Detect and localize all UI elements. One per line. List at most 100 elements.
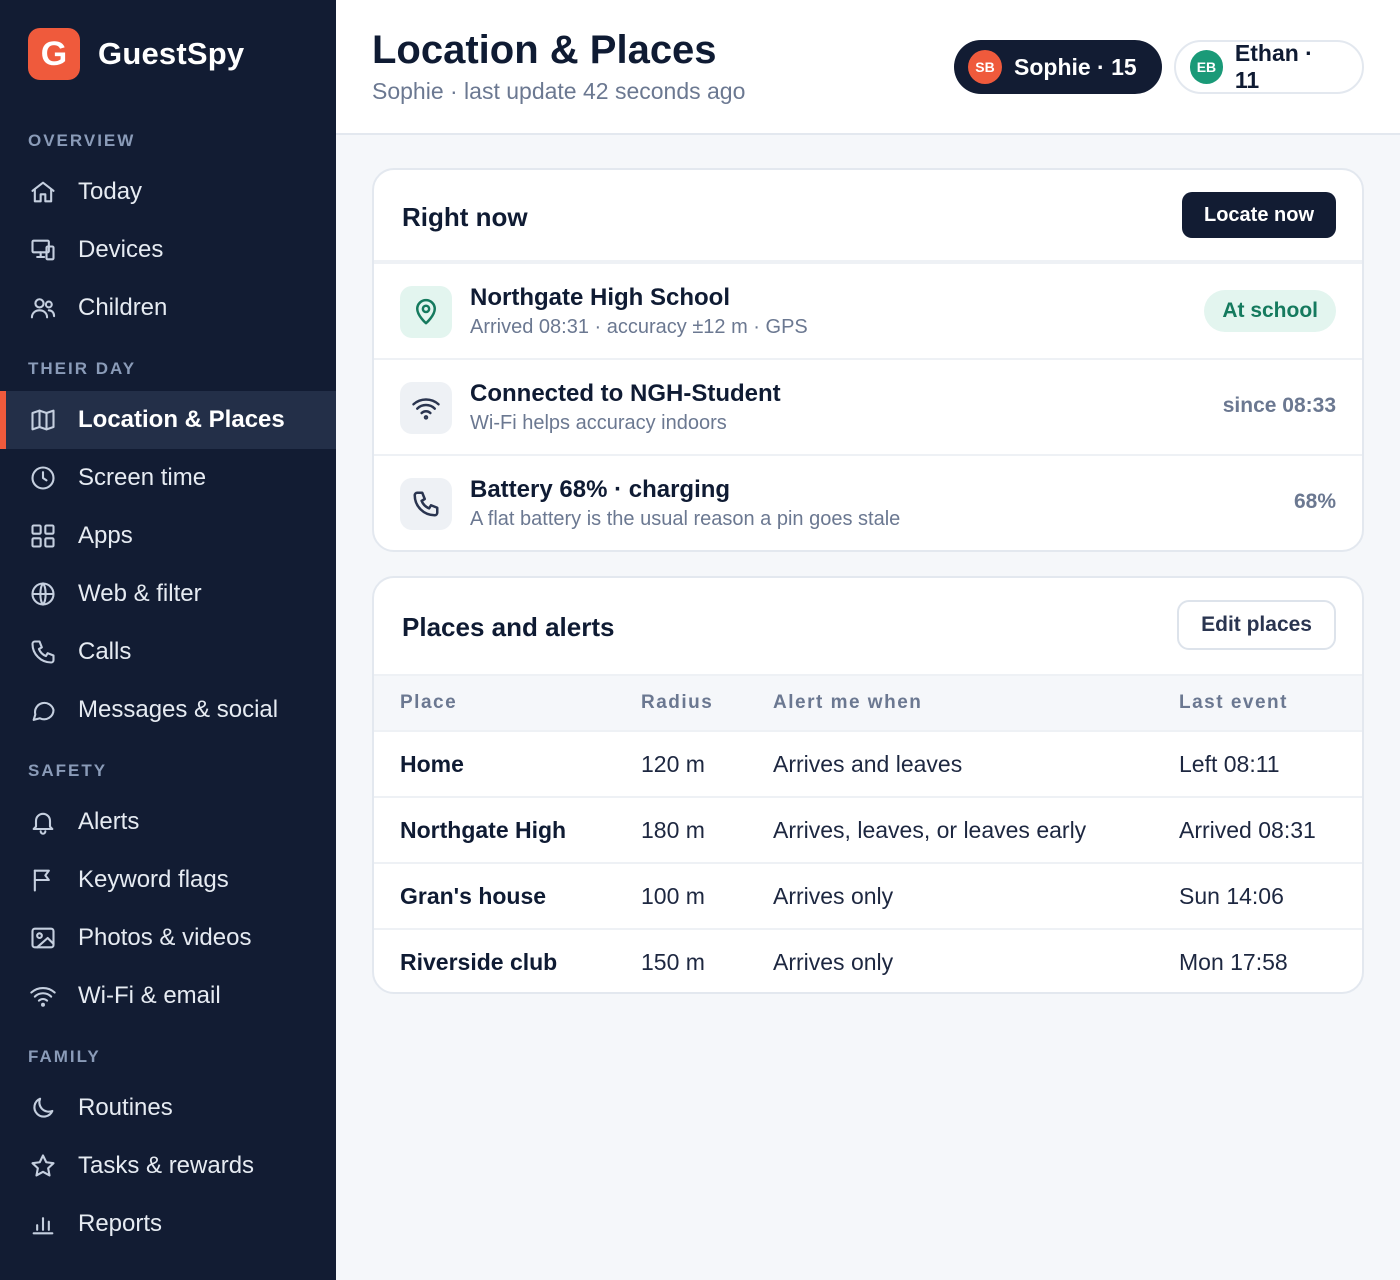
location-pin-icon: [400, 286, 452, 338]
place-last-event: Left 08:11: [1179, 751, 1280, 777]
page-subtitle: Sophie · last update 42 seconds ago: [372, 78, 746, 104]
table-row[interactable]: Riverside club 150 m Arrives only Mon 17…: [374, 930, 1362, 992]
nav-section-family: FAMILY: [28, 1047, 101, 1066]
child-selector-sophie[interactable]: SB Sophie · 15: [954, 40, 1162, 94]
card-title: Right now: [402, 202, 528, 232]
column-header-radius: Radius: [641, 692, 714, 713]
nav-item-alerts[interactable]: Alerts: [0, 793, 336, 851]
locate-now-button[interactable]: Locate now: [1181, 192, 1336, 238]
table-row[interactable]: Home 120 m Arrives and leaves Left 08:11: [374, 732, 1362, 798]
bar-chart-icon: [28, 1209, 58, 1239]
battery-percent: 68%: [1293, 490, 1336, 513]
status-badge: At school: [1204, 290, 1336, 332]
nav-item-label: Location & Places: [78, 406, 285, 433]
nav-item-label: Web & filter: [78, 580, 202, 607]
home-icon: [28, 177, 58, 207]
nav-item-reports[interactable]: Reports: [0, 1195, 336, 1253]
devices-icon: [28, 235, 58, 265]
nav-item-screen-time[interactable]: Screen time: [0, 449, 336, 507]
nav-item-label: Wi-Fi & email: [78, 982, 221, 1009]
right-now-card: Right now Locate now Northgate High Scho…: [372, 168, 1364, 552]
brand-name: GuestSpy: [98, 36, 245, 71]
status-title: Battery 68% · charging: [470, 476, 731, 503]
place-name: Riverside club: [400, 949, 558, 975]
avatar: EB: [1190, 50, 1223, 84]
wifi-icon: [400, 382, 452, 434]
status-row-location: Northgate High School Arrived 08:31 · ac…: [374, 260, 1362, 356]
nav-item-children[interactable]: Children: [0, 279, 336, 337]
page-title: Location & Places: [372, 28, 717, 72]
chat-icon: [28, 695, 58, 725]
nav-item-routines[interactable]: Routines: [0, 1079, 336, 1137]
nav-item-location-places[interactable]: Location & Places: [0, 391, 336, 449]
status-since: since 08:33: [1222, 394, 1336, 417]
phone-icon: [28, 637, 58, 667]
status-subtitle: Wi-Fi helps accuracy indoors: [470, 412, 727, 434]
flag-icon: [28, 865, 58, 895]
nav-item-apps[interactable]: Apps: [0, 507, 336, 565]
nav-item-tasks-rewards[interactable]: Tasks & rewards: [0, 1137, 336, 1195]
nav-item-devices[interactable]: Devices: [0, 221, 336, 279]
nav-item-label: Alerts: [78, 808, 140, 835]
avatar: SB: [968, 50, 1002, 84]
place-name: Home: [400, 751, 464, 777]
nav-item-keyword-flags[interactable]: Keyword flags: [0, 851, 336, 909]
brand-logo: G: [28, 28, 80, 80]
status-row-wifi: Connected to NGH-Student Wi-Fi helps acc…: [374, 358, 1362, 454]
nav-item-label: Tasks & rewards: [78, 1152, 255, 1179]
status-row-battery: Battery 68% · charging A flat battery is…: [374, 454, 1362, 550]
child-selector-ethan[interactable]: EB Ethan · 11: [1174, 40, 1364, 94]
nav-item-label: Keyword flags: [78, 866, 229, 893]
column-header-place: Place: [400, 692, 458, 713]
wifi-icon: [28, 981, 58, 1011]
place-last-event: Arrived 08:31: [1179, 817, 1316, 843]
table-row[interactable]: Northgate High 180 m Arrives, leaves, or…: [374, 798, 1362, 864]
nav-item-label: Screen time: [78, 464, 207, 491]
status-subtitle: A flat battery is the usual reason a pin…: [470, 508, 901, 530]
place-radius: 180 m: [641, 817, 705, 843]
page-header: Location & Places Sophie · last update 4…: [336, 0, 1400, 135]
place-radius: 150 m: [641, 949, 705, 975]
nav-item-label: Routines: [78, 1094, 173, 1121]
column-header-alert: Alert me when: [773, 692, 923, 713]
edit-places-button[interactable]: Edit places: [1177, 600, 1336, 650]
column-header-last-event: Last event: [1179, 692, 1288, 713]
nav-item-photos-videos[interactable]: Photos & videos: [0, 909, 336, 967]
card-title: Places and alerts: [402, 612, 615, 642]
place-alert: Arrives only: [773, 949, 894, 975]
child-label: Ethan · 11: [1234, 40, 1313, 93]
place-name: Northgate High: [400, 817, 567, 843]
place-alert: Arrives and leaves: [773, 751, 963, 777]
nav-item-label: Reports: [78, 1210, 163, 1237]
place-radius: 100 m: [641, 883, 705, 909]
nav-section-overview: OVERVIEW: [28, 131, 136, 150]
nav-item-web-filter[interactable]: Web & filter: [0, 565, 336, 623]
nav-item-wifi-email[interactable]: Wi-Fi & email: [0, 967, 336, 1025]
nav-item-label: Children: [78, 294, 168, 321]
nav-item-label: Devices: [78, 236, 164, 263]
map-icon: [28, 405, 58, 435]
status-title: Northgate High School: [470, 284, 730, 311]
moon-icon: [28, 1093, 58, 1123]
place-last-event: Mon 17:58: [1179, 949, 1288, 975]
table-row[interactable]: Gran's house 100 m Arrives only Sun 14:0…: [374, 864, 1362, 930]
table-header: Place Radius Alert me when Last event: [374, 674, 1362, 732]
bell-icon: [28, 807, 58, 837]
nav-item-label: Messages & social: [78, 696, 279, 723]
nav-section-their-day: THEIR DAY: [28, 359, 137, 378]
users-icon: [28, 293, 58, 323]
place-alert: Arrives only: [773, 883, 894, 909]
clock-icon: [28, 463, 58, 493]
nav-section-safety: SAFETY: [28, 761, 108, 780]
nav-item-label: Calls: [78, 638, 132, 665]
place-last-event: Sun 14:06: [1179, 883, 1284, 909]
place-radius: 120 m: [641, 751, 705, 777]
nav-item-calls[interactable]: Calls: [0, 623, 336, 681]
status-title: Connected to NGH-Student: [470, 380, 781, 407]
brand[interactable]: G GuestSpy: [28, 28, 244, 80]
nav-item-today[interactable]: Today: [0, 163, 336, 221]
image-icon: [28, 923, 58, 953]
place-name: Gran's house: [400, 883, 547, 909]
nav-item-messages-social[interactable]: Messages & social: [0, 681, 336, 739]
sidebar: G GuestSpy OVERVIEW Today Devices Childr…: [0, 0, 336, 1280]
